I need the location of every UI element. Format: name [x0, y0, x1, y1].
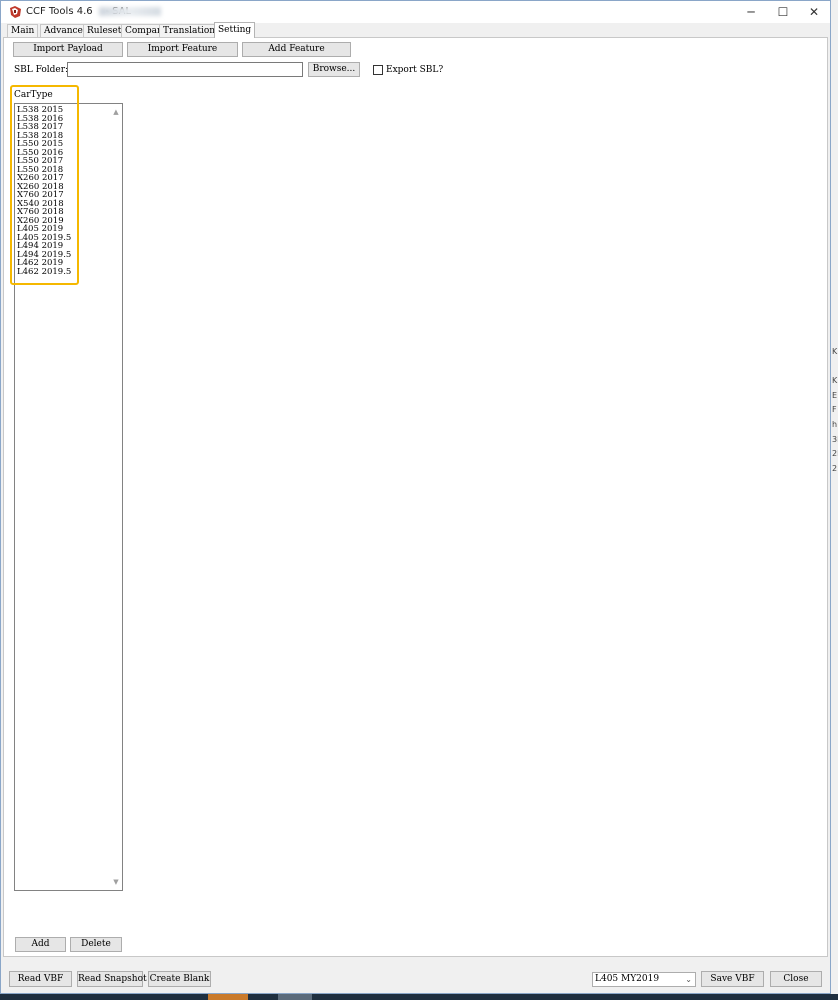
- close-window-button[interactable]: ✕: [798, 1, 830, 23]
- tab-main[interactable]: Main: [7, 24, 39, 37]
- sbl-folder-input[interactable]: [67, 62, 303, 77]
- app-logo-icon: [10, 6, 21, 18]
- background-text-fragment: 2E: [832, 449, 838, 458]
- background-text-fragment: h: [832, 420, 838, 429]
- export-sbl-label: Export SBL?: [386, 65, 444, 75]
- import-payload-button[interactable]: Import Payload: [13, 42, 123, 57]
- tab-ruleset[interactable]: Ruleset: [83, 24, 126, 37]
- background-text-fragment: K: [832, 376, 838, 385]
- taskbar-app[interactable]: [278, 994, 312, 1000]
- background-text-fragment: 3E: [832, 435, 838, 444]
- browse-button[interactable]: Browse...: [308, 62, 360, 77]
- maximize-button[interactable]: ☐: [767, 1, 799, 23]
- add-feature-button[interactable]: Add Feature: [242, 42, 351, 57]
- tab-translation[interactable]: Translation: [159, 24, 220, 37]
- save-vbf-button[interactable]: Save VBF: [701, 971, 764, 987]
- sbl-folder-label: SBL Folder:: [14, 65, 69, 75]
- background-text-fragment: E: [832, 391, 838, 400]
- vehicle-select-value: L405 MY2019: [595, 974, 660, 984]
- tab-setting[interactable]: Setting: [214, 22, 256, 38]
- add-button[interactable]: Add: [15, 937, 66, 952]
- minimize-button[interactable]: ─: [735, 1, 767, 23]
- taskbar-app[interactable]: [208, 994, 248, 1000]
- tab-content-panel: [3, 37, 828, 957]
- read-snapshot-button[interactable]: Read Snapshot: [77, 971, 147, 987]
- background-text-fragment: 2: [832, 464, 838, 473]
- cartype-highlight-box: [10, 85, 79, 285]
- scroll-up-icon[interactable]: ▲: [112, 108, 120, 116]
- title-redacted: [99, 7, 161, 16]
- scroll-down-icon[interactable]: ▼: [112, 878, 120, 886]
- delete-button[interactable]: Delete: [70, 937, 122, 952]
- import-feature-button[interactable]: Import Feature: [127, 42, 238, 57]
- background-text-fragment: K: [832, 347, 838, 356]
- chevron-down-icon: ⌄: [685, 975, 692, 984]
- close-button[interactable]: Close: [770, 971, 822, 987]
- vehicle-select[interactable]: L405 MY2019 ⌄: [592, 972, 696, 987]
- create-blank-button[interactable]: Create Blank: [148, 971, 211, 987]
- read-vbf-button[interactable]: Read VBF: [9, 971, 72, 987]
- title-bar: CCF Tools 4.6 - SAL ─ ☐ ✕: [1, 1, 830, 23]
- export-sbl-checkbox[interactable]: [373, 65, 383, 75]
- taskbar: [0, 994, 838, 1000]
- background-text-fragment: F: [832, 405, 837, 414]
